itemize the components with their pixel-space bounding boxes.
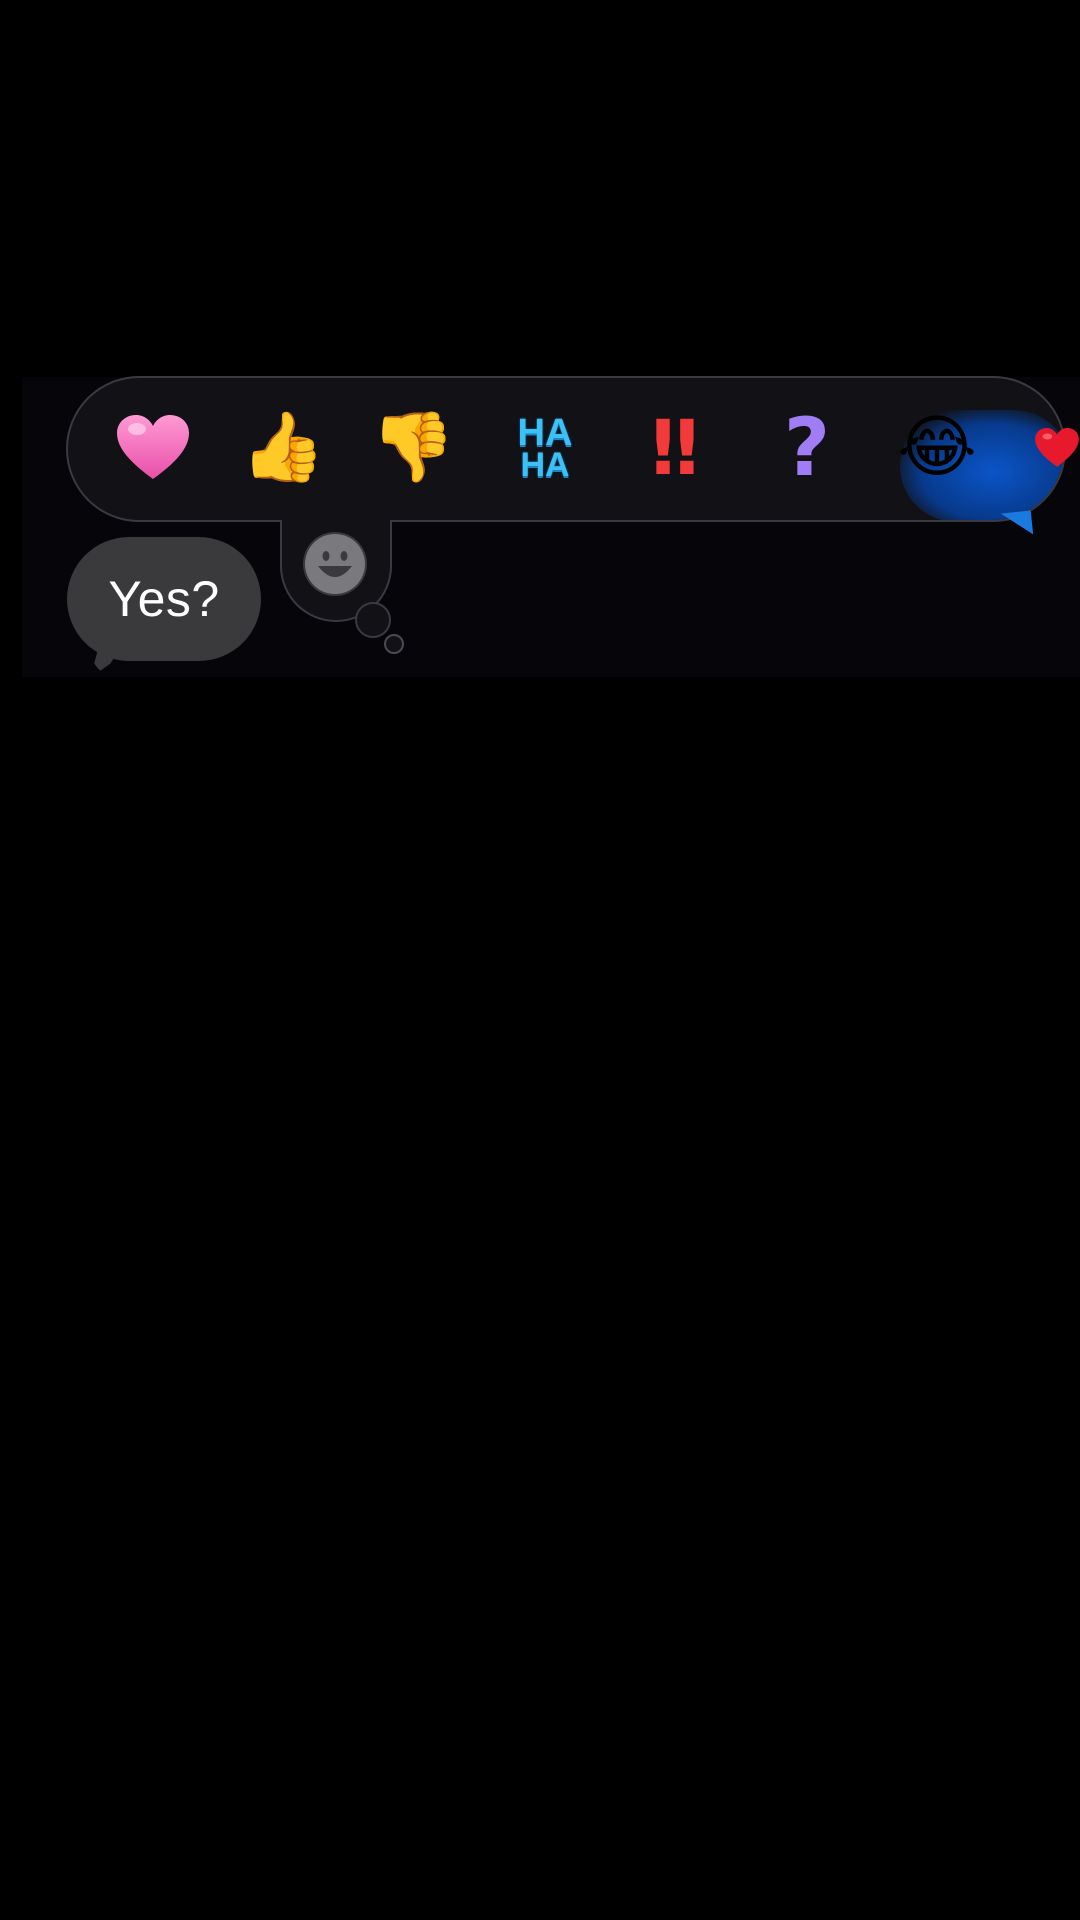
red-heart-reaction[interactable] [1016,398,1080,498]
thumbs-up-reaction[interactable]: 👍 [233,398,333,498]
haha-reaction[interactable]: HA HA [495,398,595,498]
tapback-tail-dot [384,634,404,654]
emoji-picker-button[interactable] [303,532,367,596]
selected-message-tail [1000,510,1034,538]
thumbs-up-icon: 👍 [240,408,326,487]
question-reaction[interactable]: ? [757,398,857,498]
message-text: Yes? [108,571,220,627]
double-exclamation-icon: ‼ [651,403,699,492]
heart-icon [117,415,189,479]
haha-icon: HA HA [517,411,573,484]
heart-reaction[interactable] [103,398,203,498]
exclamation-reaction[interactable]: ‼ [625,398,725,498]
haha-line-1: HA [517,411,573,454]
question-mark-icon: ? [783,401,831,494]
screen: 👍 👎 HA HA ‼ ? 😂 Yes? [0,0,1080,1920]
haha-line-2: HA [520,445,570,484]
thumbs-down-icon: 👎 [370,408,456,487]
laughing-face-icon: 😂 [897,408,977,487]
tapback-tail-join [282,516,390,526]
red-heart-icon [1035,428,1079,467]
thumbs-down-reaction[interactable]: 👎 [363,398,463,498]
tapback-tail-knob [355,602,391,638]
smiley-face-icon [305,534,365,594]
message-bubble[interactable]: Yes? [67,537,261,661]
laughing-reaction[interactable]: 😂 [887,398,987,498]
